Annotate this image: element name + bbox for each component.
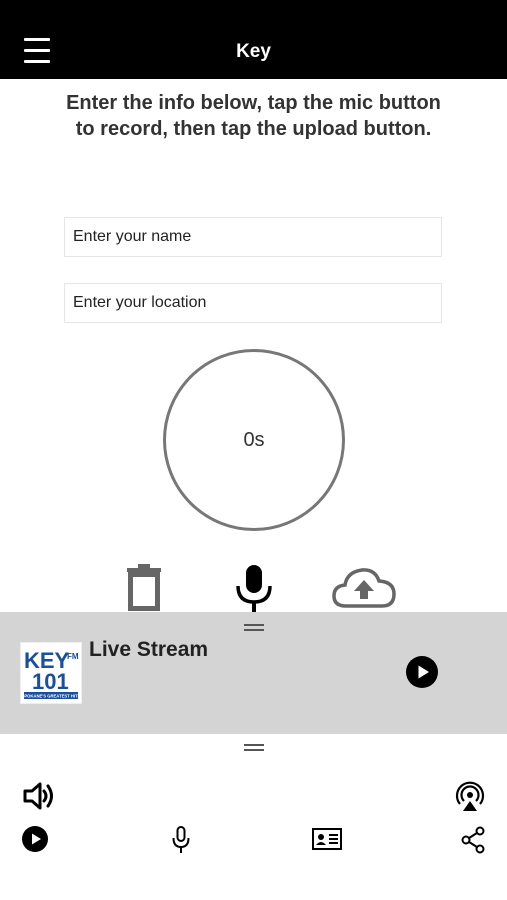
record-timer: 0s (163, 349, 345, 531)
name-input[interactable] (64, 217, 442, 257)
airplay-icon (455, 781, 485, 811)
microphone-icon (172, 826, 190, 853)
stream-title: Live Stream (89, 638, 209, 661)
contact-button[interactable] (312, 828, 342, 850)
page-title: Key (236, 41, 271, 62)
logo-fm-text: FM (67, 652, 79, 661)
station-logo: KEY FM 101 SPOKANE'S GREATEST HITS (20, 642, 82, 704)
delete-button[interactable] (124, 564, 164, 612)
microphone-icon (236, 565, 272, 612)
contact-card-icon (312, 828, 342, 850)
location-input[interactable] (64, 283, 442, 323)
timer-value: 0s (243, 428, 265, 451)
upload-button[interactable] (332, 566, 396, 610)
airplay-button[interactable] (454, 780, 486, 812)
record-button[interactable] (234, 564, 274, 614)
play-icon (406, 656, 438, 688)
cloud-upload-icon (332, 568, 396, 608)
trash-icon (127, 564, 161, 611)
play-icon (22, 826, 48, 852)
logo-number-text: 101 (32, 669, 69, 694)
logo-tagline-text: SPOKANE'S GREATEST HITS (22, 694, 81, 699)
share-icon (461, 826, 485, 854)
player-play-button[interactable] (406, 656, 438, 688)
header-bar: Key (0, 0, 507, 79)
bottom-play-button[interactable] (22, 826, 48, 852)
volume-button[interactable] (23, 781, 55, 811)
bottom-drag-handle[interactable] (244, 744, 264, 752)
volume-icon (23, 782, 53, 810)
bottom-mic-button[interactable] (171, 826, 191, 854)
share-button[interactable] (460, 826, 486, 854)
instructions-text: Enter the info below, tap the mic button… (66, 92, 441, 140)
player-drag-handle[interactable] (244, 624, 264, 632)
